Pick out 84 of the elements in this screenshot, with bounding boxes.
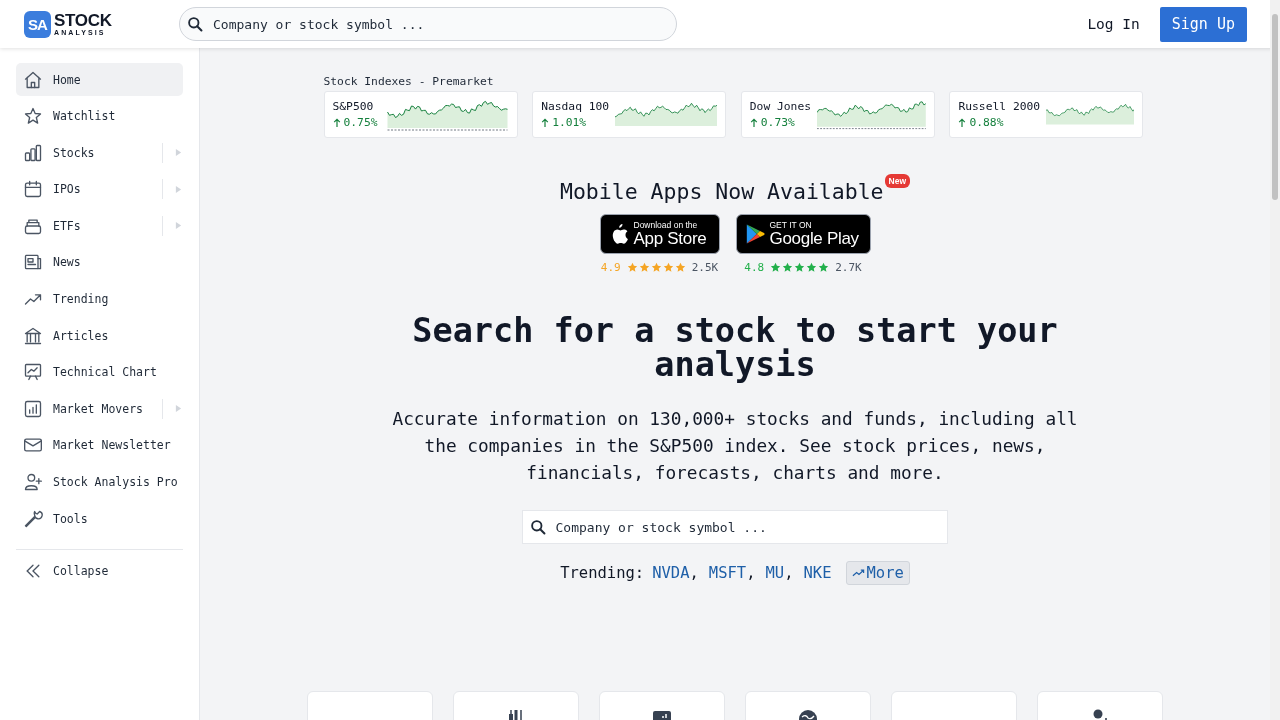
up-arrow-icon	[332, 117, 341, 128]
bars-icon	[23, 142, 43, 163]
star-icon	[662, 262, 674, 273]
calendar-icon	[23, 179, 43, 200]
sidebar-item[interactable]: Market Movers	[16, 392, 183, 426]
caret-icon	[175, 221, 182, 231]
logo-mark[interactable]: SA	[24, 10, 51, 38]
userplus-icon	[23, 472, 43, 493]
star-icon	[782, 262, 794, 273]
search-field[interactable]: Company or stock symbol ...	[179, 7, 677, 41]
index-name: Nasdaq 100	[541, 100, 610, 113]
search-icon	[529, 518, 547, 536]
index-card[interactable]: Russell 2000 0.88%	[949, 91, 1144, 138]
sidebar-item[interactable]: Home	[16, 63, 183, 96]
login-link[interactable]: Log In	[1087, 16, 1140, 32]
section-title: Stock Indexes - Premarket	[323, 75, 495, 88]
sidebar-item[interactable]: News	[16, 245, 183, 279]
wrench-icon	[23, 508, 43, 529]
up-arrow-icon	[541, 117, 550, 128]
index-card[interactable]: Dow Jones 0.73%	[740, 91, 935, 138]
sidebar-item[interactable]: Tools	[16, 502, 183, 536]
play-triangle-icon	[744, 222, 765, 246]
new-badge: New	[884, 174, 911, 188]
up-arrow-icon	[958, 117, 967, 128]
rating-count: 2.5K	[691, 261, 719, 274]
sidebar-item[interactable]: Technical Chart	[16, 355, 183, 389]
separator: ,	[746, 564, 756, 582]
index-card[interactable]: Nasdaq 100 1.01%	[532, 91, 727, 138]
index-change: 0.73%	[760, 116, 795, 129]
index-card[interactable]: S&P500 0.75%	[323, 91, 518, 138]
star-icon	[770, 262, 782, 273]
sidebar-item[interactable]: Market Newsletter	[16, 428, 183, 462]
separator: ,	[784, 564, 794, 582]
search-icon	[187, 15, 204, 33]
index-name: Dow Jones	[749, 100, 812, 113]
sidebar-item[interactable]: Articles	[16, 319, 183, 353]
index-change: 0.88%	[969, 116, 1004, 129]
bank-icon	[23, 325, 43, 346]
star-icon	[674, 262, 686, 273]
star-icon	[818, 262, 830, 273]
chart-icon	[23, 398, 43, 419]
hero-headline: Search for a stock to start your analysis	[411, 314, 1059, 382]
scrollbar[interactable]	[1270, 0, 1280, 720]
signup-button[interactable]: Sign Up	[1159, 6, 1247, 42]
trending-label: Trending:	[560, 564, 645, 582]
caret-icon	[175, 404, 182, 414]
star-icon	[23, 106, 43, 127]
ticker-link[interactable]: NVDA	[652, 564, 690, 582]
rating-value: 4.8	[744, 261, 765, 274]
collapse-button[interactable]: Collapse	[16, 548, 183, 581]
star-icon	[650, 262, 662, 273]
index-name: S&P500	[332, 100, 375, 113]
index-change: 1.01%	[552, 116, 587, 129]
more-button[interactable]: More	[845, 561, 910, 585]
sidebar-item[interactable]: Trending	[16, 282, 183, 316]
up-arrow-icon	[749, 117, 758, 128]
caret-icon	[175, 148, 182, 158]
separator: ,	[689, 564, 699, 582]
rating-count: 2.7K	[835, 261, 862, 274]
caret-icon	[175, 184, 182, 194]
index-name: Russell 2000	[958, 100, 1041, 113]
star-icon	[638, 262, 650, 273]
home-icon	[23, 69, 43, 90]
hero-description: Accurate information on 130,000+ stocks and funds, including all the companies in the S&P500 index. See stock prices, news, financials, forecasts, charts and more.	[391, 407, 1079, 485]
easel-icon	[23, 362, 43, 383]
star-icon	[626, 262, 638, 273]
index-change: 0.75%	[343, 116, 378, 129]
store-badge-button[interactable]: Download on the App Store	[599, 214, 720, 254]
ticker-link[interactable]: MU	[765, 564, 785, 582]
search-field[interactable]: Company or stock symbol ...	[521, 510, 948, 544]
rating-value: 4.9	[600, 261, 621, 274]
ticker-link[interactable]: MSFT	[708, 564, 747, 582]
star-icon	[806, 262, 818, 273]
sidebar-item[interactable]: Watchlist	[16, 99, 183, 133]
apps-heading: Mobile Apps Now Available	[559, 179, 884, 204]
sidebar-item[interactable]: IPOs	[16, 172, 183, 206]
sidebar-item[interactable]: Stocks	[16, 136, 183, 170]
sidebar-item[interactable]: ETFs	[16, 209, 183, 243]
sidebar-item[interactable]: Stock Analysis Pro	[16, 465, 183, 499]
store-badge-button[interactable]: GET IT ON Google Play	[735, 214, 871, 254]
trend-icon	[851, 568, 865, 578]
logo-wordmark[interactable]: STOCK	[54, 12, 112, 29]
ticker-link[interactable]: NKE	[803, 564, 832, 582]
star-icon	[794, 262, 806, 273]
